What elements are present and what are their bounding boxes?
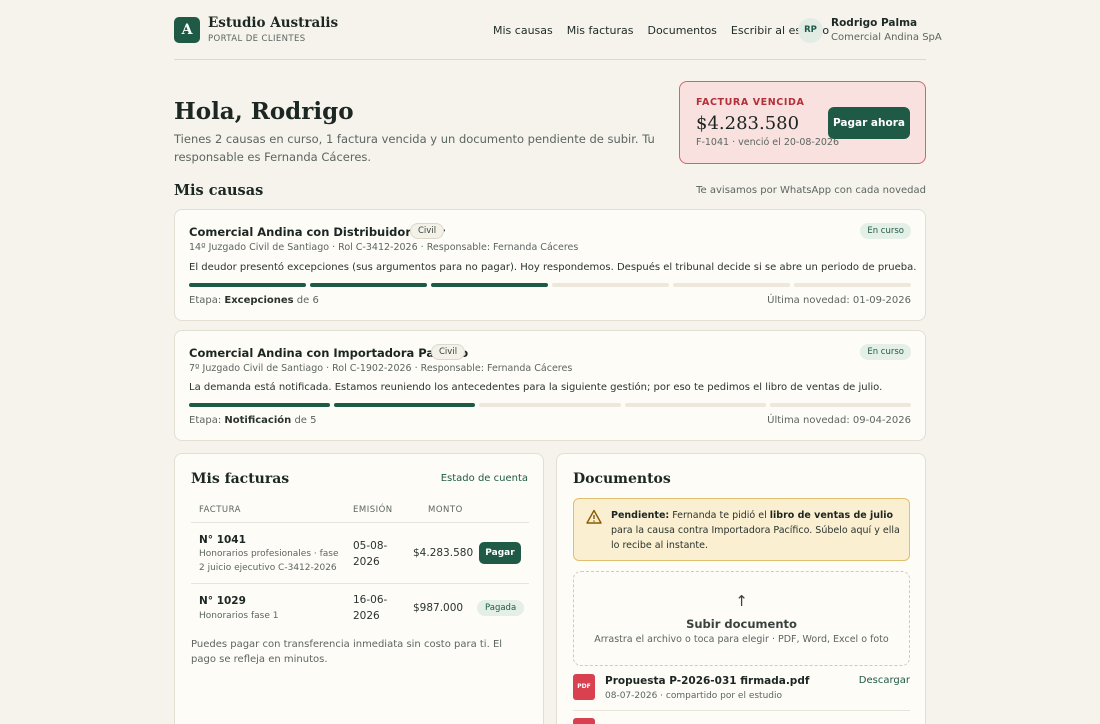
upload-subtitle: Arrastra el archivo o toca para elegir ·… — [594, 634, 889, 645]
paid-badge: Pagada — [477, 600, 525, 616]
case-type-badge: Civil — [410, 223, 445, 239]
column-header-factura: FACTURA — [199, 505, 241, 515]
case-court: 7º Juzgado Civil de Santiago · Rol C-190… — [189, 363, 573, 374]
page-title: Hola, Rodrigo — [174, 98, 354, 125]
invoice-amount: $4.283.580 — [413, 547, 474, 559]
pay-invoice-button[interactable]: Pagar — [479, 542, 521, 564]
warning-icon — [586, 509, 602, 524]
account-statement-link[interactable]: Estado de cuenta — [441, 473, 528, 484]
site-header: A Estudio Australis PORTAL DE CLIENTES M… — [174, 12, 942, 60]
progress-segment — [794, 283, 911, 287]
case-court: 14º Juzgado Civil de Santiago · Rol C-34… — [189, 242, 579, 253]
case-stage-name: Excepciones — [224, 295, 294, 306]
invoices-title: Mis facturas — [191, 471, 290, 487]
pending-document-alert: Pendiente: Fernanda te pidió el libro de… — [573, 498, 910, 561]
brand-subtitle: PORTAL DE CLIENTES — [208, 34, 306, 44]
invoice-date: 05-08-2026 — [353, 540, 388, 568]
overdue-invoice-card: FACTURA VENCIDA $4.283.580 F-1041 · venc… — [679, 81, 926, 164]
case-description: El deudor presentó excepciones (sus argu… — [189, 262, 917, 273]
table-divider — [191, 522, 529, 523]
brand-name[interactable]: Estudio Australis — [208, 15, 338, 31]
upload-dropzone[interactable]: ↑ Subir documento Arrastra el archivo o … — [573, 571, 910, 666]
case-last-update: Última novedad: 09-04-2026 — [767, 415, 911, 426]
invoice-description: Honorarios profesionales · fase 2 juicio… — [199, 549, 339, 573]
case-progress — [189, 403, 912, 407]
alert-text: Pendiente: Fernanda te pidió el libro de… — [611, 510, 900, 551]
case-progress — [189, 283, 911, 287]
case-stage-name: Notificación — [224, 415, 292, 426]
user-company: Comercial Andina SpA — [831, 32, 942, 43]
greeting-summary: Tienes 2 causas en curso, 1 factura venc… — [174, 132, 655, 164]
progress-segment — [431, 283, 548, 287]
invoice-number: N° 1029 — [199, 595, 246, 607]
progress-segment — [479, 403, 621, 407]
pdf-file-icon: PDF — [573, 674, 595, 700]
nav-mis-causas[interactable]: Mis causas — [493, 24, 553, 37]
case-last-update: Última novedad: 01-09-2026 — [767, 295, 911, 306]
pay-now-button[interactable]: Pagar ahora — [828, 107, 910, 139]
cases-section-title: Mis causas — [174, 182, 264, 199]
progress-segment — [189, 283, 306, 287]
overdue-label: FACTURA VENCIDA — [696, 97, 805, 108]
user-name[interactable]: Rodrigo Palma — [831, 17, 917, 29]
payment-note: Puedes pagar con transferencia inmediata… — [191, 639, 503, 665]
case-stage: Etapa: Excepciones de 6 — [189, 295, 319, 306]
pdf-file-icon — [573, 718, 595, 724]
case-stage: Etapa: Notificación de 5 — [189, 415, 317, 426]
overdue-meta: F-1041 · venció el 20-08-2026 — [696, 137, 840, 148]
avatar[interactable]: RP — [798, 18, 823, 43]
progress-segment — [624, 403, 766, 407]
progress-segment — [769, 403, 912, 407]
download-link[interactable]: Descargar — [859, 675, 910, 686]
invoice-number: N° 1041 — [199, 534, 246, 546]
cases-section-note: Te avisamos por WhatsApp con cada noveda… — [696, 185, 926, 196]
case-type-badge: Civil — [431, 344, 466, 360]
upload-title: Subir documento — [686, 617, 797, 631]
case-card[interactable]: Comercial Andina con Importadora Pacífic… — [174, 330, 926, 441]
progress-segment — [673, 283, 790, 287]
case-description: La demanda está notificada. Estamos reun… — [189, 382, 883, 393]
list-divider — [573, 710, 910, 711]
invoice-description: Honorarios fase 1 — [199, 611, 279, 621]
progress-segment — [552, 283, 669, 287]
main-nav: Mis causas Mis facturas Documentos Escri… — [493, 24, 829, 37]
invoices-panel: Mis facturas Estado de cuenta FACTURA EM… — [174, 453, 544, 724]
table-divider — [191, 583, 529, 584]
column-header-emision: EMISIÓN — [353, 505, 393, 515]
status-badge: En curso — [860, 223, 911, 239]
case-card[interactable]: Comercial Andina con Distribuidora Sur C… — [174, 209, 926, 321]
upload-arrow-icon: ↑ — [735, 592, 748, 610]
nav-mis-facturas[interactable]: Mis facturas — [567, 24, 634, 37]
documents-panel: Documentos Pendiente: Fernanda te pidió … — [556, 453, 926, 724]
status-badge: En curso — [860, 344, 911, 360]
document-meta: 08-07-2026 · compartido por el estudio — [605, 691, 783, 701]
column-header-monto: MONTO — [428, 505, 463, 515]
invoice-date: 16-06-2026 — [353, 594, 388, 622]
overdue-amount: $4.283.580 — [696, 113, 800, 134]
logo-icon[interactable]: A — [174, 17, 200, 43]
progress-segment — [334, 403, 476, 407]
progress-segment — [189, 403, 331, 407]
case-title: Comercial Andina con Distribuidora Sur — [189, 225, 445, 239]
case-title: Comercial Andina con Importadora Pacífic… — [189, 346, 469, 360]
invoice-amount: $987.000 — [413, 602, 464, 614]
document-name[interactable]: Propuesta P-2026-031 firmada.pdf — [605, 675, 809, 687]
progress-segment — [310, 283, 427, 287]
documents-title: Documentos — [573, 471, 671, 487]
nav-documentos[interactable]: Documentos — [647, 24, 716, 37]
